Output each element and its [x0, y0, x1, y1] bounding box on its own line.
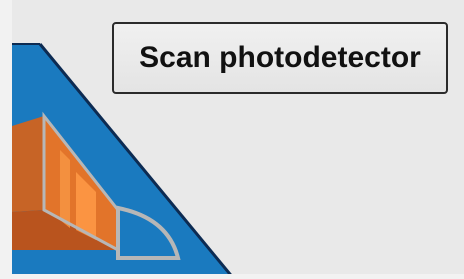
scan-photodetector-button[interactable]: Scan photodetector	[112, 22, 448, 94]
left-margin-strip	[0, 0, 12, 279]
scene-view: Scan photodetector	[0, 0, 464, 279]
bottom-strip	[0, 274, 464, 279]
